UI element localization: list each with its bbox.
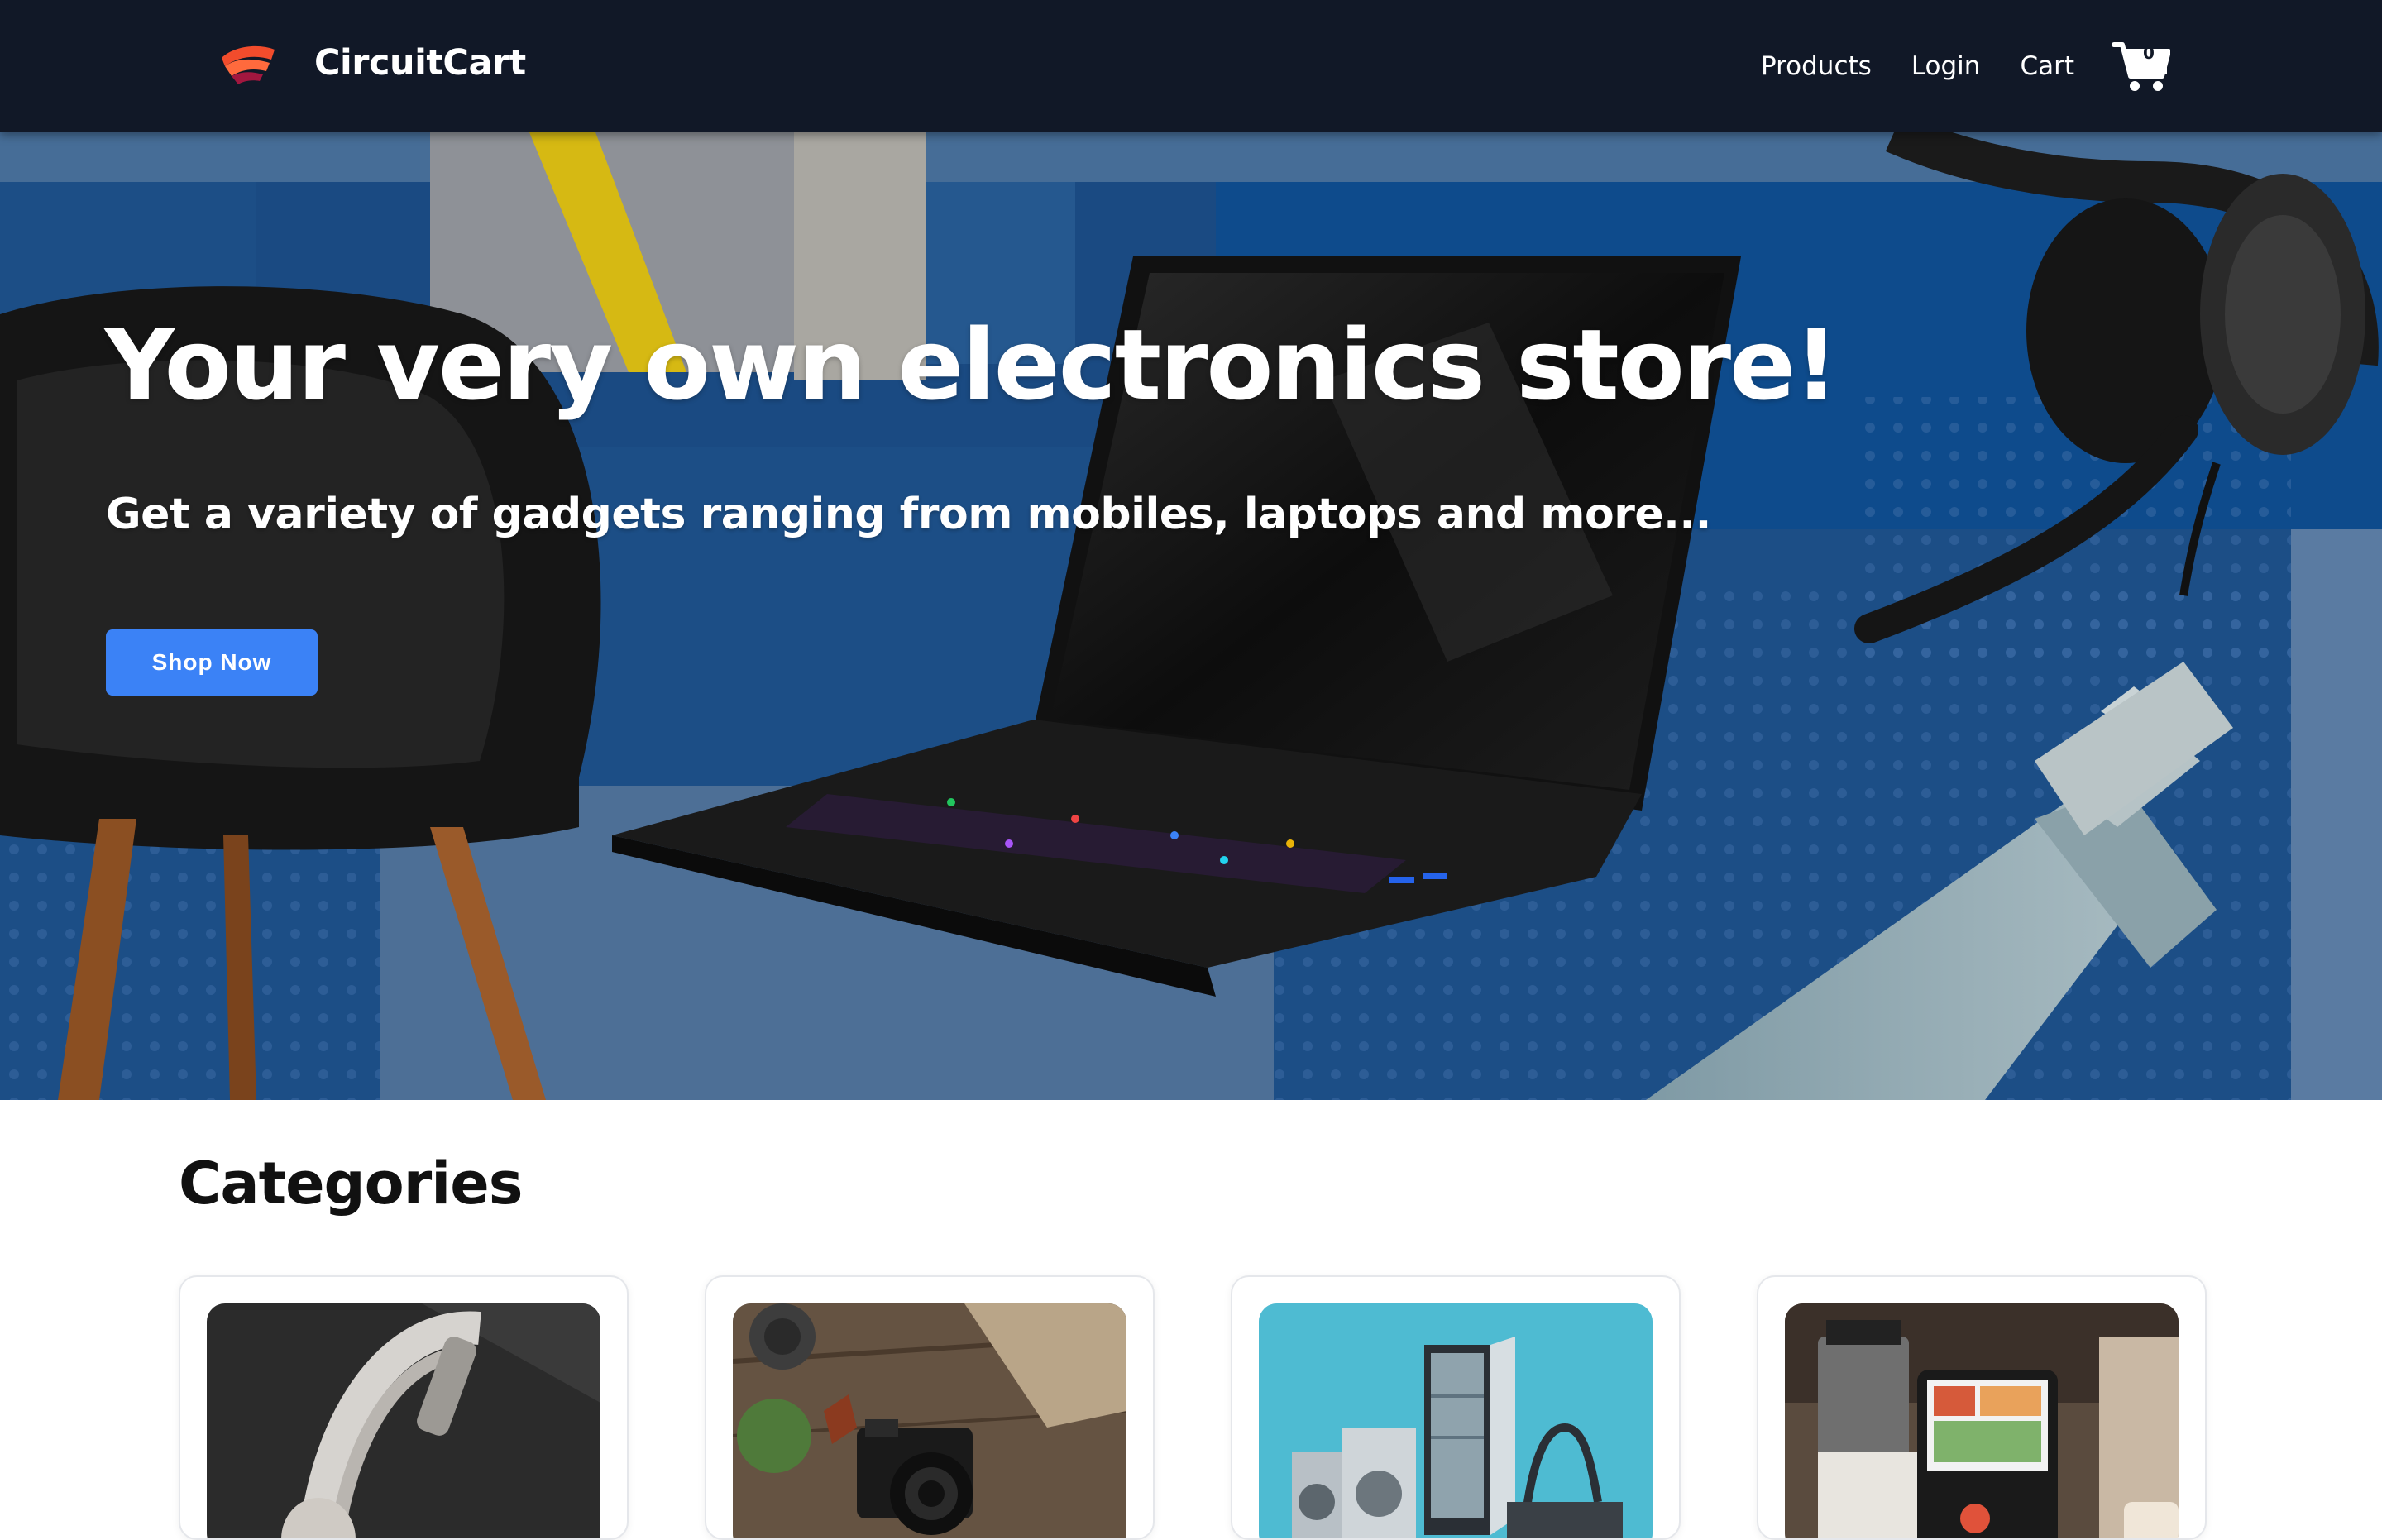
nav-link-products[interactable]: Products bbox=[1761, 51, 1872, 81]
brand-name: CircuitCart bbox=[314, 42, 526, 84]
camera-image-icon bbox=[733, 1303, 1126, 1538]
cart-button[interactable]: 0 bbox=[2112, 40, 2170, 93]
category-card-headphones[interactable] bbox=[179, 1275, 629, 1540]
brand-logo-icon bbox=[222, 45, 275, 84]
appliances-image-icon bbox=[1259, 1303, 1653, 1538]
headphones-image-icon bbox=[207, 1303, 600, 1538]
nav-link-login[interactable]: Login bbox=[1911, 51, 1981, 81]
hero-title: Your very own electronics store! bbox=[104, 308, 1839, 422]
category-card-kitchen-gadgets[interactable] bbox=[1757, 1275, 2207, 1540]
hero-subtitle: Get a variety of gadgets ranging from mo… bbox=[106, 490, 1711, 539]
brand-link[interactable]: CircuitCart bbox=[217, 41, 526, 84]
category-card-cameras[interactable] bbox=[705, 1275, 1155, 1540]
category-card-appliances[interactable] bbox=[1231, 1275, 1681, 1540]
categories-heading: Categories bbox=[179, 1150, 523, 1217]
cart-count-badge: 0 bbox=[2143, 43, 2155, 63]
hero-banner: Your very own electronics store! Get a v… bbox=[0, 132, 2382, 1100]
hero-background-image bbox=[0, 132, 2382, 1100]
category-image bbox=[733, 1303, 1126, 1538]
category-image bbox=[1259, 1303, 1653, 1538]
category-image bbox=[1785, 1303, 2179, 1538]
nav-links: Products Login Cart 0 bbox=[1721, 0, 2170, 132]
navbar: CircuitCart Products Login Cart 0 bbox=[0, 0, 2382, 132]
category-image bbox=[207, 1303, 600, 1538]
shop-now-button[interactable]: Shop Now bbox=[106, 629, 318, 696]
kitchen-gadgets-image-icon bbox=[1785, 1303, 2179, 1538]
nav-link-cart[interactable]: Cart bbox=[2020, 51, 2074, 81]
